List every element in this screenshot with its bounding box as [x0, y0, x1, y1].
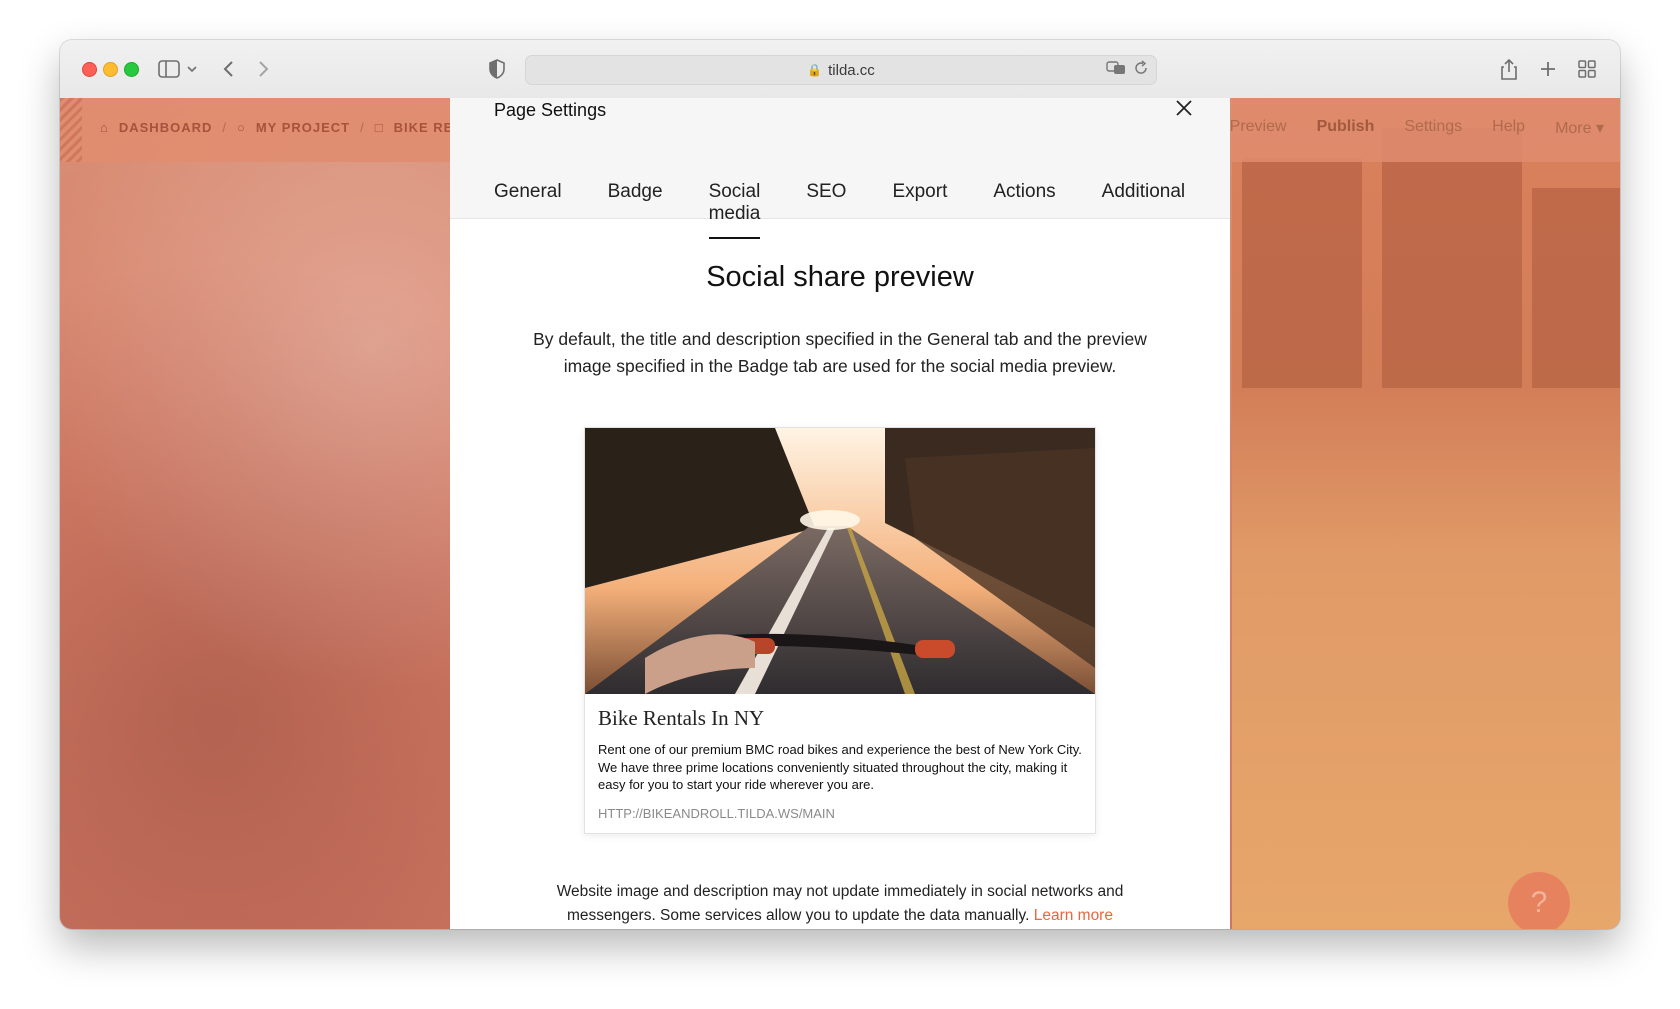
tab-actions[interactable]: Actions	[993, 181, 1055, 239]
chevron-down-icon[interactable]	[187, 57, 197, 81]
tab-additional[interactable]: Additional	[1102, 181, 1185, 239]
modal-title: Page Settings	[494, 100, 607, 120]
modal-content: Social share preview By default, the tit…	[450, 261, 1230, 928]
breadcrumb-dashboard[interactable]: DASHBOARD	[119, 120, 213, 135]
url-text: tilda.cc	[828, 61, 875, 79]
tab-export[interactable]: Export	[892, 181, 947, 239]
page-icon: □	[374, 120, 384, 135]
preview-card-body: Bike Rentals In NY Rent one of our premi…	[585, 694, 1095, 833]
nav-more[interactable]: More ▾	[1555, 118, 1604, 138]
tab-general[interactable]: General	[494, 181, 562, 239]
sidebar-toggle-icon[interactable]	[158, 57, 180, 81]
lock-icon: 🔒	[807, 63, 823, 77]
help-chat-button[interactable]: ?	[1508, 872, 1570, 929]
page-settings-modal: Page Settings General Badge Social media…	[450, 98, 1230, 929]
zoom-window-button[interactable]	[124, 62, 139, 77]
preview-url: HTTP://BIKEANDROLL.TILDA.WS/MAIN	[598, 805, 835, 821]
nav-help[interactable]: Help	[1492, 118, 1525, 138]
address-bar[interactable]: 🔒 tilda.cc	[525, 55, 1157, 85]
browser-window: 🔒 tilda.cc ⌂ DASHBOARD / ○ MY PROJECT / …	[60, 40, 1620, 929]
breadcrumb-page[interactable]: BIKE RE	[394, 120, 454, 135]
close-icon[interactable]	[1172, 98, 1196, 120]
reload-icon[interactable]	[1134, 60, 1148, 80]
tab-badge[interactable]: Badge	[608, 181, 663, 239]
nav-publish[interactable]: Publish	[1317, 118, 1375, 138]
zigzag-decoration	[60, 98, 82, 162]
home-icon[interactable]: ⌂	[100, 120, 109, 135]
top-nav: Preview Publish Settings Help More ▾	[1230, 118, 1604, 138]
nav-settings[interactable]: Settings	[1404, 118, 1462, 138]
breadcrumb-separator: /	[360, 120, 365, 135]
new-tab-plus-icon[interactable]	[1540, 57, 1556, 81]
preview-image	[585, 428, 1095, 694]
translate-icon[interactable]	[1106, 60, 1126, 80]
breadcrumb-project[interactable]: MY PROJECT	[256, 120, 350, 135]
tab-overview-icon[interactable]	[1578, 57, 1596, 81]
section-description: By default, the title and description sp…	[533, 329, 1147, 376]
minimize-window-button[interactable]	[103, 62, 118, 77]
preview-description: Rent one of our premium BMC road bikes a…	[598, 742, 1082, 792]
privacy-shield-icon[interactable]	[489, 57, 505, 81]
forward-arrow-icon[interactable]	[258, 57, 270, 81]
share-icon[interactable]	[1500, 57, 1518, 81]
breadcrumb: ⌂ DASHBOARD / ○ MY PROJECT / □ BIKE RE	[100, 120, 453, 135]
settings-tabs: General Badge Social media SEO Export Ac…	[494, 181, 1230, 239]
breadcrumb-separator: /	[222, 120, 227, 135]
help-question-icon: ?	[1530, 886, 1548, 919]
learn-more-link[interactable]: Learn more	[1034, 907, 1113, 924]
browser-toolbar: 🔒 tilda.cc	[60, 40, 1620, 99]
back-arrow-icon[interactable]	[222, 57, 234, 81]
update-note: Website image and description may not up…	[520, 880, 1160, 928]
tab-seo[interactable]: SEO	[806, 181, 846, 239]
tab-social-media[interactable]: Social media	[708, 181, 761, 239]
modal-header: Page Settings General Badge Social media…	[450, 98, 1230, 239]
nav-preview[interactable]: Preview	[1230, 118, 1287, 138]
preview-title: Bike Rentals In NY	[598, 706, 765, 730]
close-window-button[interactable]	[82, 62, 97, 77]
section-heading: Social share preview	[706, 261, 974, 293]
backdrop-photo-right	[1232, 98, 1620, 929]
social-preview-card: Bike Rentals In NY Rent one of our premi…	[584, 427, 1096, 834]
globe-icon: ○	[236, 120, 246, 135]
